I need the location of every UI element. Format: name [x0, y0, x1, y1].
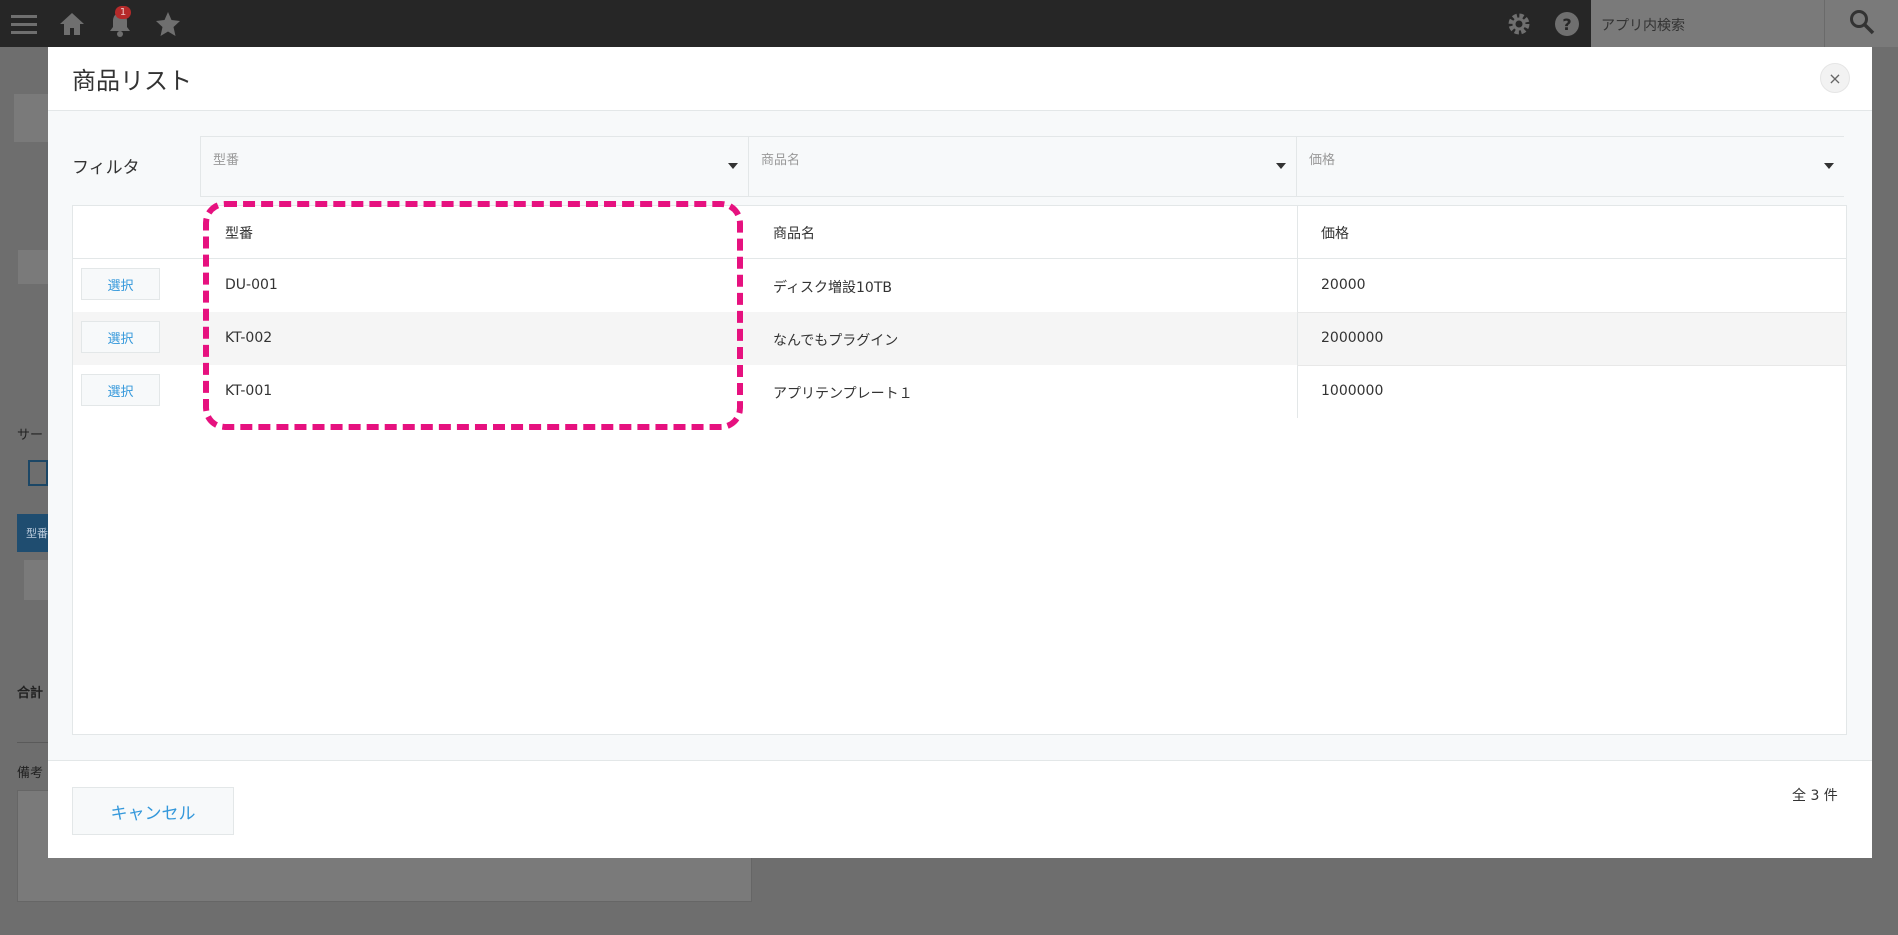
row-divider [1297, 312, 1846, 313]
home-icon[interactable] [58, 10, 86, 38]
close-button[interactable]: × [1820, 63, 1850, 93]
column-header-name[interactable]: 商品名 [773, 223, 815, 243]
background-label: 型番 [26, 527, 48, 540]
dialog-footer: キャンセル 全 3 件 [48, 760, 1872, 858]
filter-placeholder: 価格 [1309, 153, 1336, 168]
notification-badge: 1 [115, 6, 131, 19]
dialog-header: 商品リスト × [48, 47, 1872, 111]
background-panel [24, 560, 48, 600]
product-list-dialog: 商品リスト × フィルタ 型番 商品名 価格 型番 商品名 価格 選択 DU-0… [48, 47, 1872, 858]
background-label: 備考 [17, 766, 44, 781]
gear-icon[interactable] [1505, 10, 1533, 38]
column-divider [1297, 206, 1298, 259]
top-bar: 1 ? アプリ内検索 [0, 0, 1898, 47]
search-button[interactable] [1824, 0, 1898, 47]
help-icon[interactable]: ? [1553, 10, 1581, 38]
filter-name-dropdown[interactable]: 商品名 [748, 136, 1296, 197]
select-button[interactable]: 選択 [81, 321, 160, 353]
filter-placeholder: 商品名 [761, 153, 801, 168]
filter-model-dropdown[interactable]: 型番 [200, 136, 748, 197]
cell-price: 2000000 [1321, 330, 1384, 346]
background-panel [14, 94, 48, 142]
cancel-button[interactable]: キャンセル [72, 787, 234, 835]
background-panel [18, 250, 48, 284]
background-label: サー [17, 428, 44, 443]
record-count: 全 3 件 [1792, 788, 1838, 804]
row-divider [1297, 365, 1846, 366]
background-divider [17, 742, 48, 743]
cell-name: アプリテンプレート１ [773, 386, 913, 402]
star-icon[interactable] [154, 10, 182, 38]
close-icon: × [1828, 68, 1842, 88]
menu-icon[interactable] [10, 10, 38, 38]
annotation-highlight-box [203, 201, 743, 430]
background-label: 合計 [17, 686, 44, 701]
select-button[interactable]: 選択 [81, 374, 160, 406]
column-divider [1297, 259, 1298, 418]
cell-name: なんでもプラグイン [773, 333, 899, 349]
app-search-input[interactable]: アプリ内検索 [1591, 0, 1824, 47]
caret-down-icon [1276, 163, 1286, 169]
dialog-title: 商品リスト [72, 67, 192, 95]
svg-text:?: ? [1562, 15, 1571, 34]
search-icon [1849, 9, 1875, 39]
cell-price: 20000 [1321, 277, 1366, 293]
background-checkbox [28, 460, 48, 486]
column-header-price[interactable]: 価格 [1321, 223, 1349, 243]
filter-placeholder: 型番 [213, 153, 240, 168]
filter-label: フィルタ [72, 158, 140, 178]
cell-name: ディスク増設10TB [773, 280, 892, 296]
caret-down-icon [1824, 163, 1834, 169]
select-button[interactable]: 選択 [81, 268, 160, 300]
caret-down-icon [728, 163, 738, 169]
filter-price-dropdown[interactable]: 価格 [1296, 136, 1844, 197]
cell-price: 1000000 [1321, 383, 1384, 399]
